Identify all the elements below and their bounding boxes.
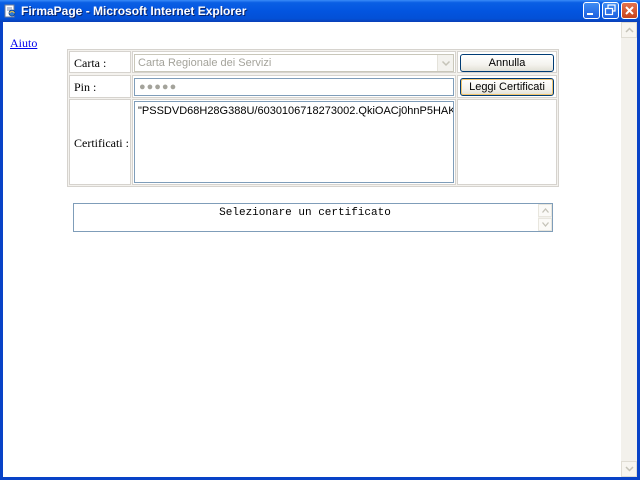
scroll-up-button[interactable] [621, 22, 637, 38]
certificates-list[interactable]: "PSSDVD68H28G388U/6030106718273002.QkiOA… [134, 101, 454, 183]
card-label: Carta : [74, 56, 107, 70]
certificates-label-cell: Certificati : [69, 99, 131, 185]
title-bar: FirmaPage - Microsoft Internet Explorer [0, 0, 640, 22]
scroll-down-button[interactable] [621, 461, 637, 477]
chevron-down-icon [542, 222, 549, 227]
card-select[interactable]: Carta Regionale dei Servizi [134, 54, 454, 72]
minimize-icon [587, 13, 593, 15]
pin-value: ●●●●● [139, 81, 178, 93]
close-icon [625, 6, 634, 15]
ie-page-icon[interactable] [3, 4, 17, 18]
pin-field[interactable]: ●●●●● [134, 78, 454, 96]
restore-button[interactable] [602, 2, 619, 19]
certificate-item[interactable]: "PSSDVD68H28G388U/6030106718273002.QkiOA… [138, 105, 453, 117]
close-button[interactable] [621, 2, 638, 19]
window-title: FirmaPage - Microsoft Internet Explorer [21, 4, 247, 18]
status-scrollbar[interactable] [538, 204, 552, 231]
dropdown-arrow[interactable] [437, 55, 453, 71]
chevron-up-icon [542, 208, 549, 213]
empty-cell [457, 99, 557, 185]
window-controls [583, 2, 638, 19]
pin-label: Pin : [74, 80, 97, 94]
read-certificates-button-label: Leggi Certificati [469, 81, 545, 93]
card-label-cell: Carta : [69, 51, 131, 73]
cancel-button-label: Annulla [488, 57, 526, 69]
status-scroll-down[interactable] [538, 218, 552, 231]
help-link[interactable]: Aiuto [10, 36, 37, 51]
status-textarea[interactable]: Selezionare un certificato [73, 203, 553, 232]
pin-label-cell: Pin : [69, 75, 131, 98]
page-scrollbar[interactable] [621, 22, 637, 477]
certificates-label: Certificati : [74, 136, 129, 150]
status-scroll-up[interactable] [538, 204, 552, 217]
chevron-up-icon [625, 27, 634, 33]
card-select-value: Carta Regionale dei Servizi [138, 57, 272, 69]
read-certificates-button[interactable]: Leggi Certificati [460, 78, 554, 96]
cancel-button[interactable]: Annulla [460, 54, 554, 72]
chevron-down-icon [625, 466, 634, 472]
restore-icon [604, 4, 616, 16]
chevron-down-icon [441, 60, 451, 67]
minimize-button[interactable] [583, 2, 600, 19]
status-message: Selezionare un certificato [219, 207, 391, 219]
